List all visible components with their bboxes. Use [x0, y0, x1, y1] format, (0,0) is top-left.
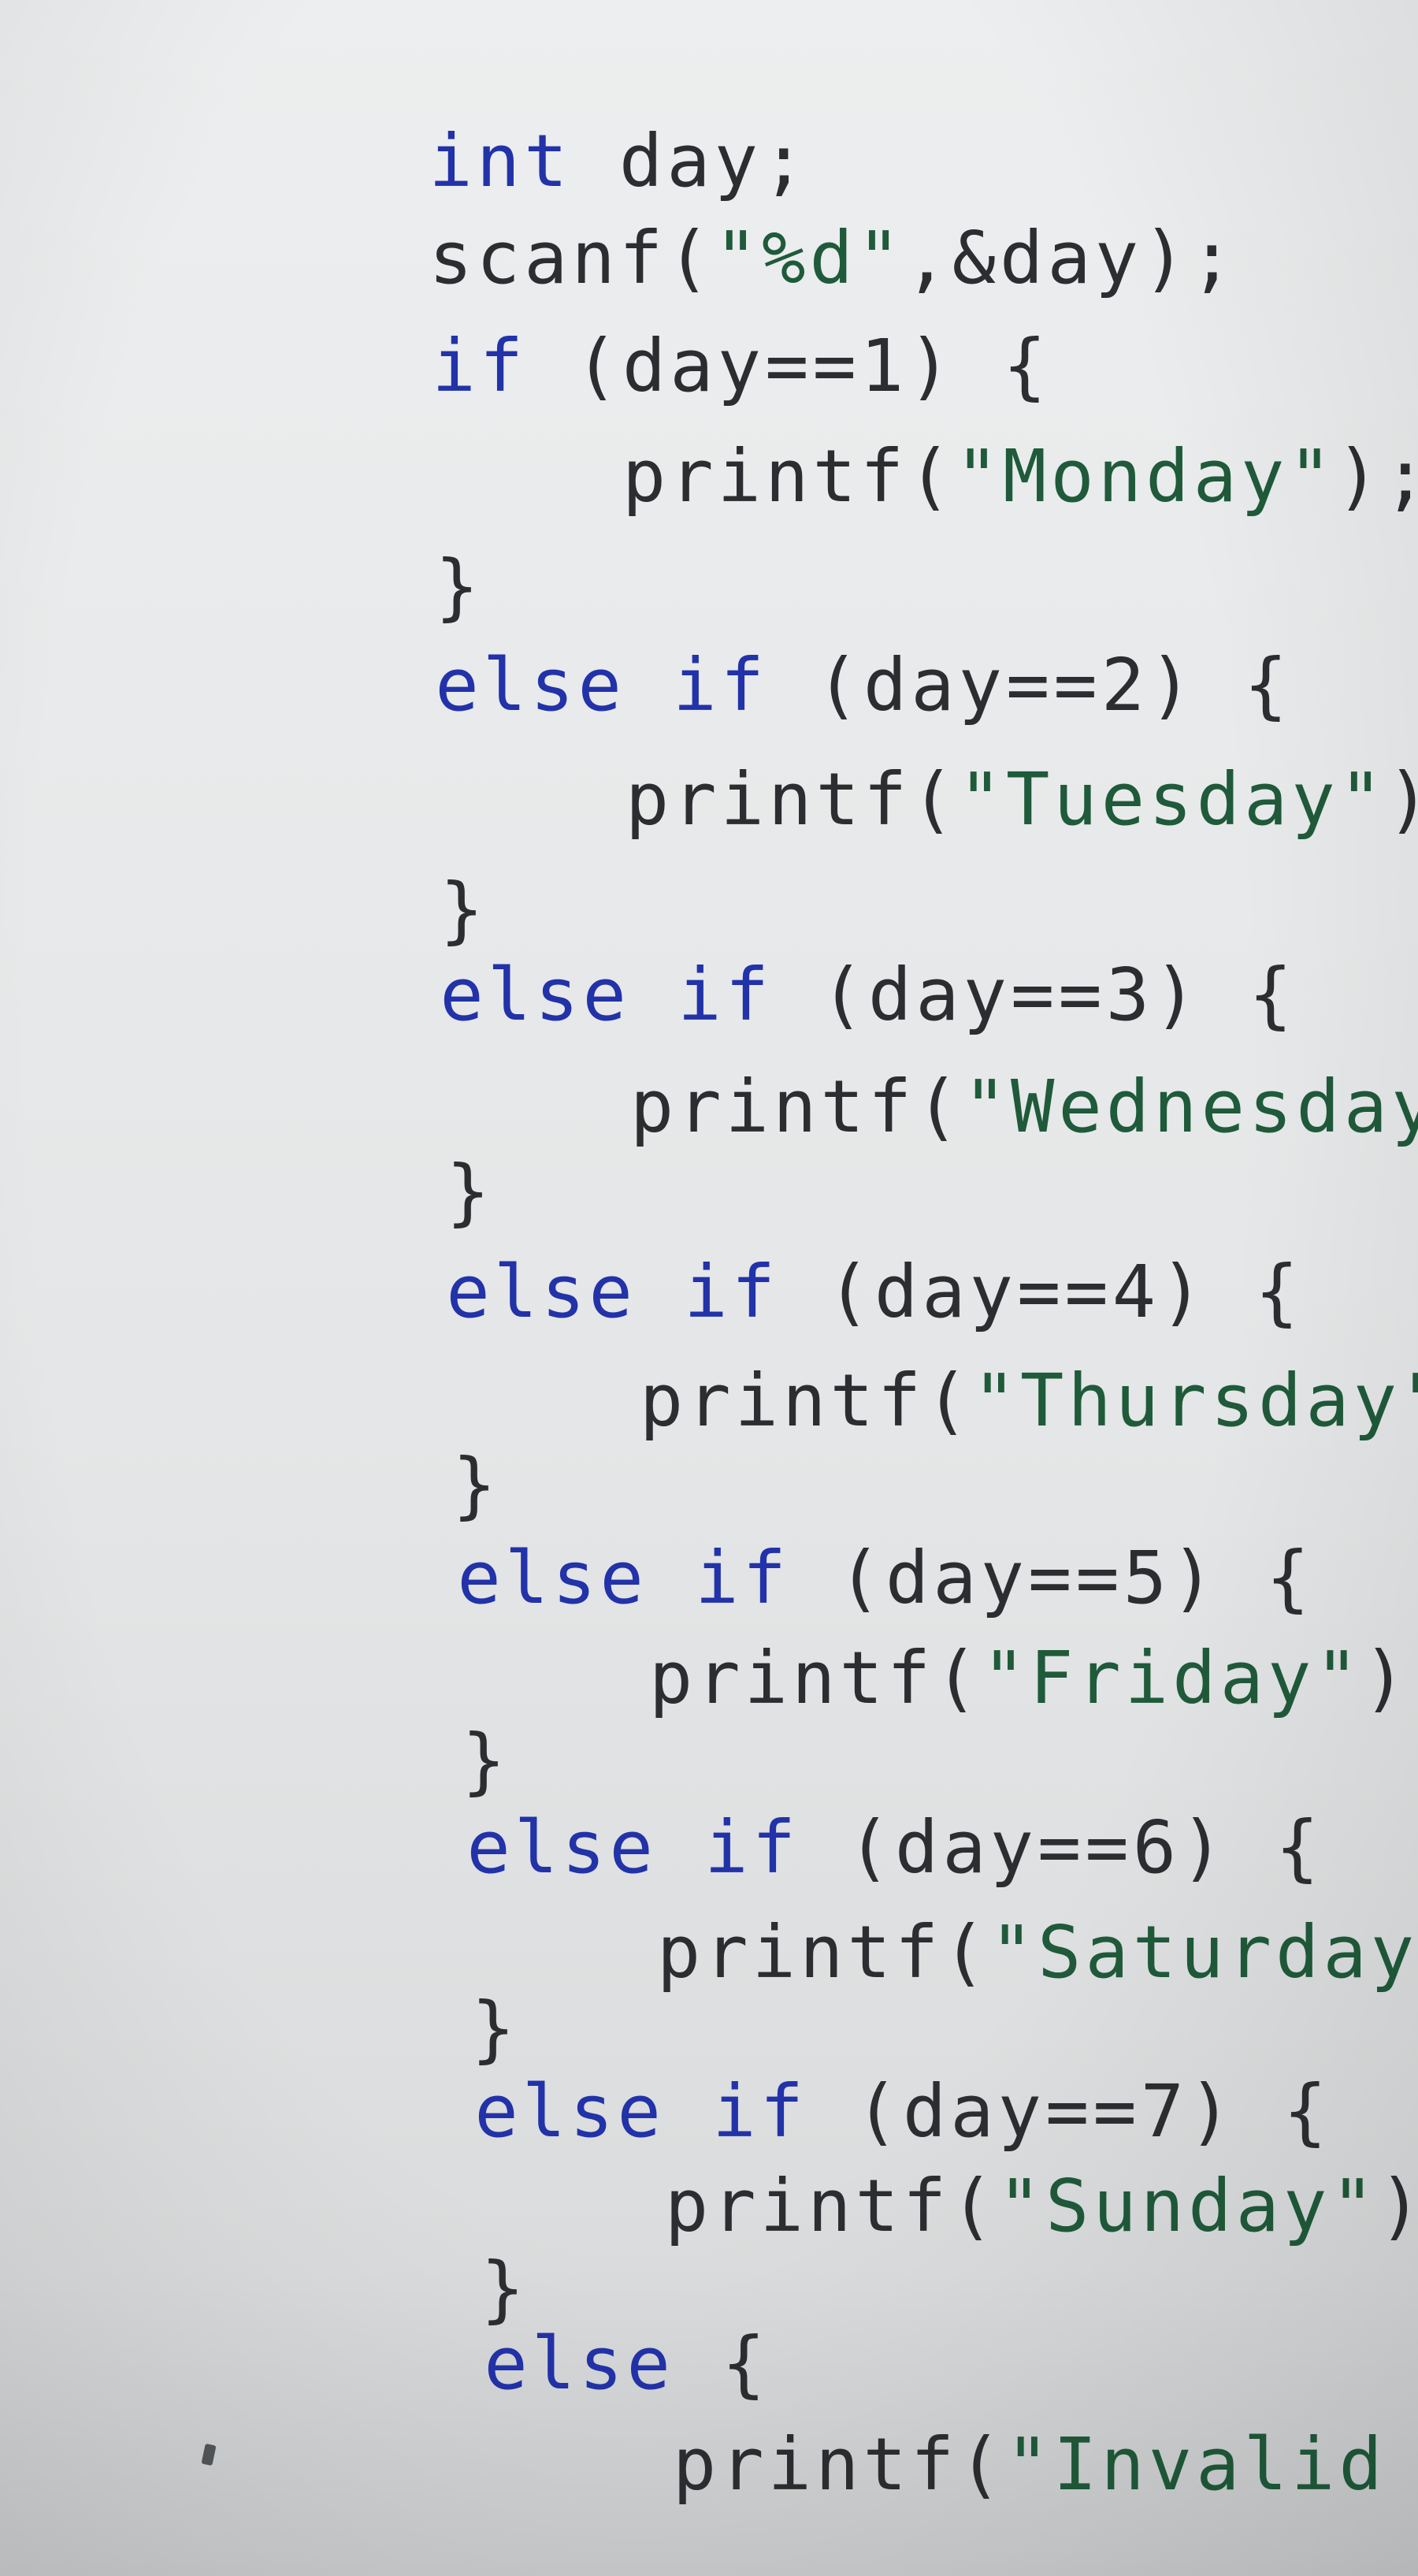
code-line-1: int day;: [143, 20, 809, 203]
code-token: "Thursday": [972, 1359, 1418, 1443]
code-token: );: [1379, 2164, 1418, 2248]
code-token: "Tuesday": [958, 757, 1387, 842]
code-line-8: }: [154, 768, 488, 952]
code-token: );: [1335, 434, 1418, 519]
code-token: printf(: [449, 1359, 973, 1443]
code-line-6: else if (day==2) {: [150, 544, 1291, 727]
code-line-12: else if (day==4) {: [161, 1150, 1302, 1334]
code-line-13: printf("Thursday");: [164, 1259, 1418, 1443]
code-line-2: scanf("%d",&day);: [143, 117, 1238, 300]
code-token: "Invalid Input": [1005, 2422, 1386, 2507]
code-line-3: if (day==1) {: [147, 225, 1050, 408]
code-token: );: [1386, 757, 1418, 842]
code-token: "Sunday": [997, 2164, 1379, 2248]
code-line-5: }: [150, 445, 483, 629]
code-token: printf(: [432, 434, 956, 519]
code-line-15: else if (day==5) {: [172, 1437, 1313, 1620]
code-line-4: printf("Monday");: [147, 335, 1418, 519]
code-line-21: else if (day==7) {: [189, 1970, 1331, 2154]
code-line-14: }: [167, 1344, 500, 1527]
code-token: printf(: [482, 2422, 1006, 2507]
code-line-9: else if (day==3) {: [154, 853, 1296, 1037]
code-token: printf(: [440, 1065, 963, 1149]
code-line-11: }: [161, 1050, 494, 1234]
code-token: "Wednesday": [963, 1065, 1418, 1149]
code-line-7: printf("Tuesday");: [150, 658, 1418, 842]
code-editor-screen: int day; scanf("%d",&day); if (day==1) {…: [0, 0, 1418, 2576]
code-line-20: }: [186, 1887, 519, 2071]
code-token: );: [1362, 1636, 1418, 1720]
code-line-16: printf("Friday");: [173, 1537, 1418, 1720]
code-line-24: else {: [199, 2222, 770, 2406]
code-line-10: printf("Wednesday");: [154, 965, 1418, 1149]
code-line-17: }: [176, 1619, 510, 1803]
code-token: printf(: [435, 757, 959, 842]
code-token: "Monday": [955, 434, 1336, 519]
code-line-25: printf("Invalid Input");: [197, 2323, 1418, 2507]
code-line-22: printf("Sunday");: [189, 2065, 1418, 2248]
code-line-18: else if (day==6) {: [181, 1706, 1323, 1890]
